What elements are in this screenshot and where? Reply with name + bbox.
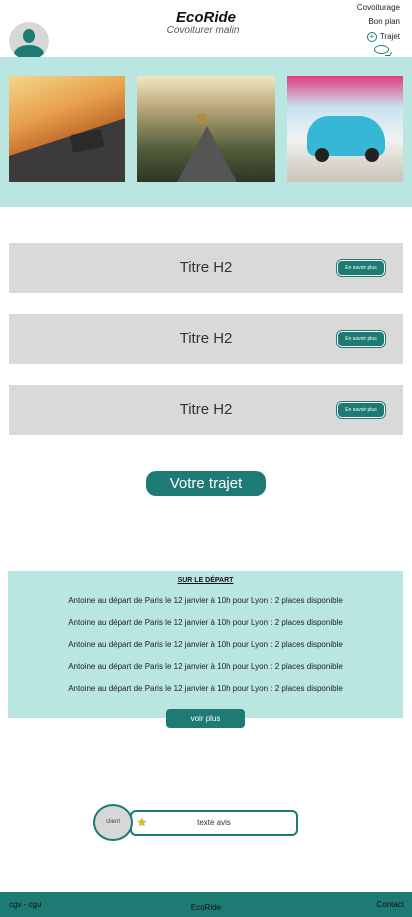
chat-icon[interactable] — [374, 45, 389, 54]
list-item[interactable]: Antoine au départ de Paris le 12 janvier… — [8, 683, 403, 705]
brand-title[interactable]: EcoRide — [0, 9, 412, 26]
learn-more-button[interactable]: En savoir plus — [337, 331, 385, 347]
footer-brand: EcoRide — [190, 903, 222, 912]
plus-circle-icon: + — [366, 32, 377, 42]
main-nav: Covoiturage Bon plan + Trajet — [357, 4, 400, 48]
list-item[interactable]: Antoine au départ de Paris le 12 janvier… — [8, 661, 403, 683]
photo-sunset-road — [9, 76, 125, 182]
star-icon: ★ — [137, 817, 147, 829]
nav-trajet[interactable]: + Trajet — [357, 32, 400, 42]
content-card: Titre H2 En savoir plus — [9, 314, 403, 364]
learn-more-button[interactable]: En savoir plus — [337, 260, 385, 276]
learn-more-button[interactable]: En savoir plus — [337, 402, 385, 418]
brand-tagline: Covoiturer malin — [166, 25, 240, 36]
nav-covoiturage[interactable]: Covoiturage — [357, 4, 400, 12]
nav-trajet-label: Trajet — [379, 32, 400, 41]
client-avatar: client — [93, 804, 133, 841]
review-text: texte avis — [197, 818, 231, 827]
footer: cgv - cgu EcoRide Contact — [0, 892, 412, 917]
footer-contact-link[interactable]: Contact — [376, 900, 404, 909]
list-item[interactable]: Antoine au départ de Paris le 12 janvier… — [8, 617, 403, 639]
list-item[interactable]: Antoine au départ de Paris le 12 janvier… — [8, 595, 403, 617]
see-more-button[interactable]: voir plus — [166, 709, 245, 728]
content-card: Titre H2 En savoir plus — [9, 385, 403, 435]
departures-panel: SUR LE DÉPART Antoine au départ de Paris… — [8, 571, 403, 718]
photo-forest-road — [137, 76, 275, 182]
content-card: Titre H2 En savoir plus — [9, 243, 403, 293]
your-trip-button[interactable]: Votre trajet — [146, 471, 266, 496]
departures-list: Antoine au départ de Paris le 12 janvier… — [8, 595, 403, 705]
road-shape — [9, 117, 125, 182]
wheel-shape — [365, 148, 379, 162]
review-card: ★ texte avis — [130, 810, 298, 836]
wheel-shape — [315, 148, 329, 162]
departures-title: SUR LE DÉPART — [177, 577, 234, 584]
photo-electric-car — [287, 76, 403, 182]
nav-bon-plan[interactable]: Bon plan — [357, 18, 400, 26]
list-item[interactable]: Antoine au départ de Paris le 12 janvier… — [8, 639, 403, 661]
road-shape — [175, 126, 239, 182]
van-shape — [197, 114, 207, 124]
